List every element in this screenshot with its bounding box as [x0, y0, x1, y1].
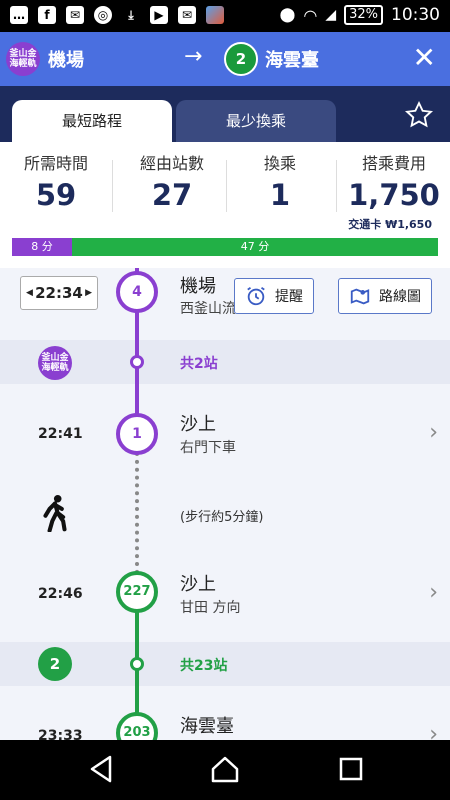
- segment-line2: 47 分: [72, 238, 438, 256]
- system-icons: ⬤ ◠ ◢ 32% 10:30: [280, 5, 440, 25]
- stat-value: 27: [151, 178, 193, 212]
- station-name: 海雲臺: [180, 716, 234, 737]
- close-button[interactable]: ✕: [413, 42, 436, 74]
- wifi-icon: ◠: [303, 5, 318, 25]
- divider: [226, 160, 227, 212]
- stat-travel-time: 所需時間 59: [10, 150, 102, 212]
- time-split-bar: 8 分 47 分: [12, 238, 438, 256]
- battery-level: 32%: [344, 5, 383, 25]
- station-name: 沙上: [180, 574, 216, 595]
- map-icon: [350, 288, 370, 305]
- stat-label: 經由站數: [139, 154, 204, 173]
- exit-door-info: 右門下車: [180, 440, 236, 456]
- train-direction: 甘田 方向: [180, 600, 241, 616]
- signal-icon: ◢: [325, 7, 337, 23]
- line-badge-busan-gimhae: 釜山金海輕軌: [6, 42, 40, 76]
- segment-line1: 8 分: [12, 238, 72, 256]
- chrome-icon: ◎: [94, 6, 112, 24]
- walking-icon: [38, 494, 72, 536]
- stat-label: 換乘: [263, 154, 296, 173]
- line-badge-2: 2: [224, 42, 258, 76]
- station-name: 機場: [180, 276, 216, 297]
- prev-time-icon[interactable]: ◀: [26, 288, 33, 298]
- line2-dot: [130, 657, 144, 671]
- route-tabs: 最短路程 最少換乘: [0, 86, 450, 142]
- station-name: 沙上: [180, 414, 216, 435]
- stat-transfers: 換乘 1: [236, 150, 324, 212]
- stat-fare: 搭乘費用 1,750: [346, 150, 442, 212]
- route-header: 釜山金海輕軌 機場 → 2 海雲臺 ✕: [0, 32, 450, 86]
- recent-apps-icon[interactable]: [338, 754, 364, 788]
- station-node: 4: [116, 271, 158, 313]
- back-icon[interactable]: [88, 754, 114, 788]
- reminder-button[interactable]: 提醒: [234, 278, 314, 314]
- home-icon[interactable]: [210, 754, 240, 788]
- destination-station[interactable]: 海雲臺: [265, 46, 319, 72]
- route-summary: 所需時間 59 經由站數 27 換乘 1 搭乘費用 1,750 交通卡 ₩1,6…: [0, 142, 450, 234]
- notification-icons: … f ✉ ◎ ⤓ ▶ ✉: [10, 6, 224, 24]
- tab-fewest-transfers[interactable]: 最少換乘: [176, 100, 336, 142]
- arrival-time: 23:33: [38, 728, 83, 740]
- stat-value: 1,750: [348, 178, 440, 212]
- line1-dot: [130, 355, 144, 369]
- facebook-icon: f: [38, 6, 56, 24]
- next-time-icon[interactable]: ▶: [85, 288, 92, 298]
- photo-icon: [206, 6, 224, 24]
- station-node: 203: [116, 712, 158, 740]
- line2-station-count[interactable]: 共23站: [180, 655, 227, 675]
- route-map-label: 路線圖: [379, 289, 421, 305]
- system-navigation-bar: [0, 740, 450, 800]
- stat-station-count: 經由站數 27: [122, 150, 222, 212]
- station-node: 227: [116, 571, 158, 613]
- stat-value: 1: [269, 178, 291, 212]
- youtube-icon: ▶: [150, 6, 168, 24]
- card-fare: 交通卡 ₩1,650: [348, 218, 432, 231]
- departure-time: 22:34: [35, 284, 83, 302]
- departure-time-selector[interactable]: ◀ 22:34 ▶: [20, 276, 98, 310]
- station-node: 1: [116, 413, 158, 455]
- arrival-time: 22:41: [38, 426, 83, 442]
- walk-duration: (步行約5分鐘): [180, 510, 264, 525]
- chevron-right-icon[interactable]: ›: [429, 580, 438, 605]
- location-icon: ⬤: [279, 7, 296, 23]
- status-bar: … f ✉ ◎ ⤓ ▶ ✉ ⬤ ◠ ◢ 32% 10:30: [0, 0, 450, 32]
- line-badge-busan-gimhae: 釜山金海輕軌: [38, 346, 72, 380]
- origin-station[interactable]: 機場: [48, 46, 84, 72]
- chevron-right-icon[interactable]: ›: [429, 420, 438, 445]
- favorite-star-icon[interactable]: [404, 100, 434, 134]
- download-icon: ⤓: [128, 8, 134, 22]
- arrow-right-icon: →: [184, 44, 203, 69]
- divider: [336, 160, 337, 212]
- stat-label: 所需時間: [23, 154, 88, 173]
- mail-icon: ✉: [178, 6, 196, 24]
- departure-time: 22:46: [38, 586, 83, 602]
- reminder-label: 提醒: [275, 289, 303, 305]
- walk-track: [135, 452, 139, 574]
- divider: [112, 160, 113, 212]
- alarm-clock-icon: [247, 286, 265, 306]
- clock: 10:30: [391, 5, 440, 25]
- chevron-right-icon[interactable]: ›: [429, 722, 438, 740]
- mail-icon: ✉: [66, 6, 84, 24]
- stat-label: 搭乘費用: [361, 154, 426, 173]
- route-map-button[interactable]: 路線圖: [338, 278, 432, 314]
- line1-station-count[interactable]: 共2站: [180, 353, 218, 373]
- chat-icon: …: [10, 6, 28, 24]
- station-direction: 西釜山流: [180, 301, 236, 317]
- line-badge-2: 2: [38, 647, 72, 681]
- stat-value: 59: [35, 178, 77, 212]
- route-timeline[interactable]: ◀ 22:34 ▶ 4 機場 西釜山流 提醒 路線圖 釜山金海輕軌 共2站 22…: [0, 268, 450, 740]
- tab-shortest-route[interactable]: 最短路程: [12, 100, 172, 142]
